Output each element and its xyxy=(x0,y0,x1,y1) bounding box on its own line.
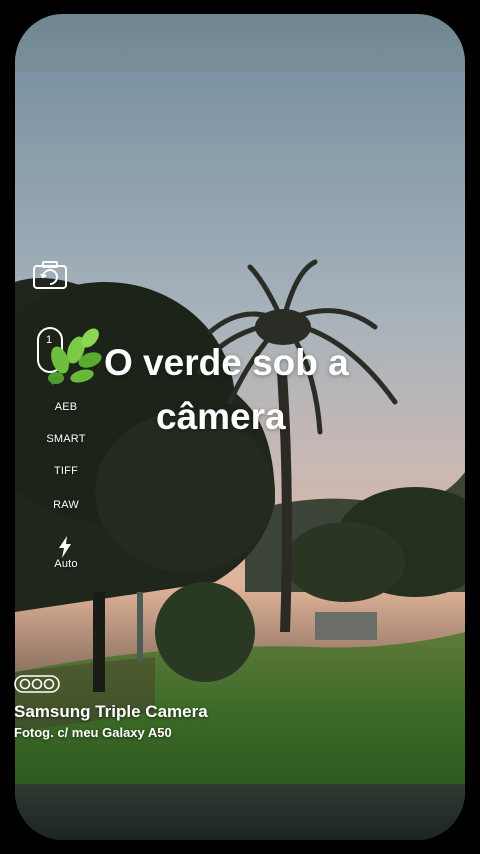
camera-switch-icon[interactable] xyxy=(32,260,68,290)
option-aeb[interactable]: AEB xyxy=(38,401,94,413)
flash-mode-label[interactable]: Auto xyxy=(38,558,94,570)
title-line-2: câmera xyxy=(156,396,286,437)
option-raw[interactable]: RAW xyxy=(38,499,94,511)
title-line-1: O verde sob a xyxy=(104,342,349,383)
overlay-title: O verde sob a câmera xyxy=(104,336,444,444)
photo-caption: Fotog. c/ meu Galaxy A50 xyxy=(14,725,172,740)
flash-icon[interactable] xyxy=(58,536,72,558)
option-tiff[interactable]: TIFF xyxy=(38,465,94,477)
bottom-bar xyxy=(15,784,465,840)
top-bar xyxy=(15,14,465,72)
triple-camera-icon xyxy=(14,675,60,693)
device-watermark: Samsung Triple Camera xyxy=(14,702,208,721)
option-smart[interactable]: SMART xyxy=(38,433,94,445)
leaf-emoji-icon xyxy=(48,328,102,385)
